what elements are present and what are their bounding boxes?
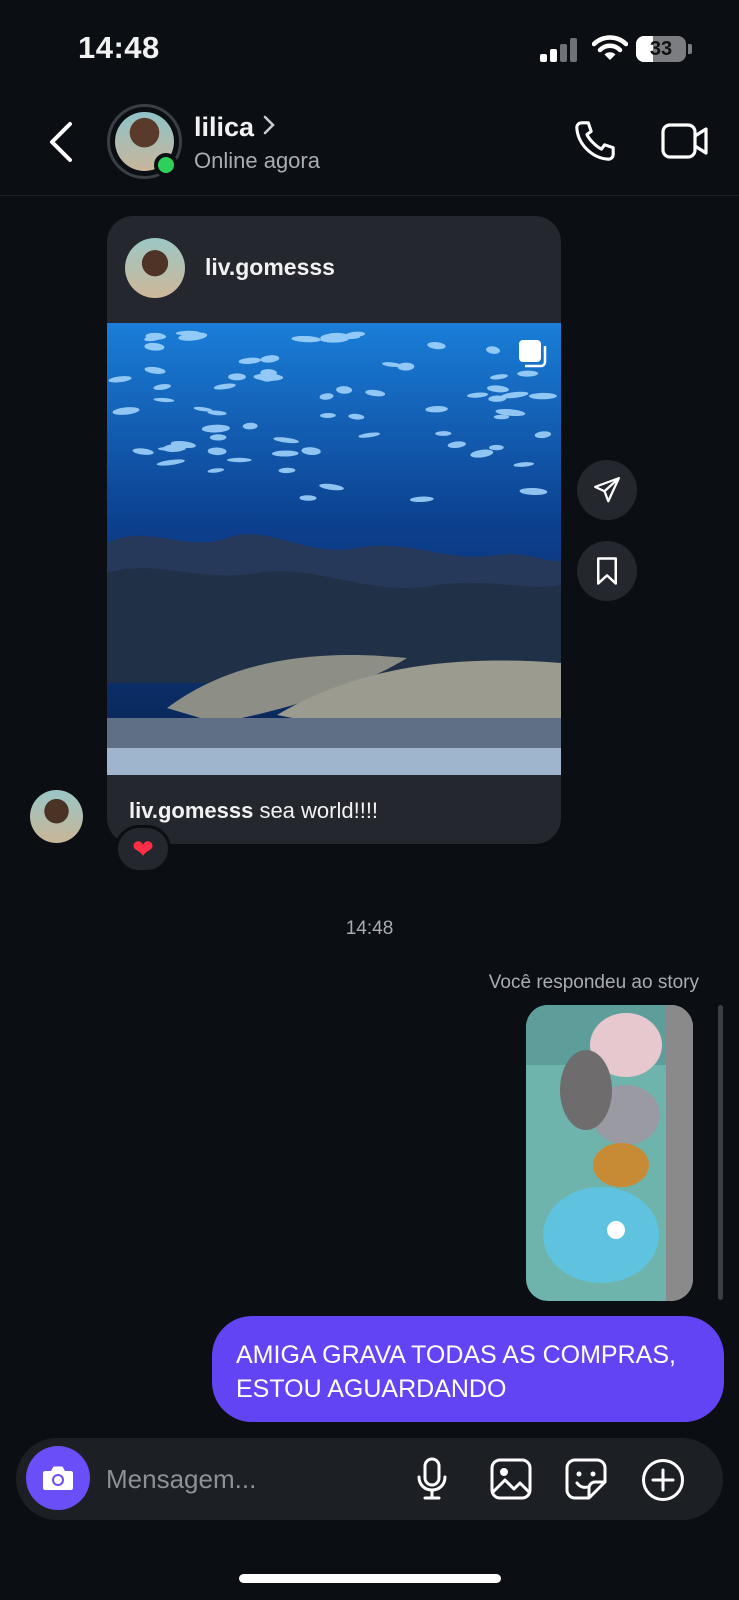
microphone-icon[interactable] <box>414 1457 450 1501</box>
save-button[interactable] <box>577 541 637 601</box>
message-composer <box>16 1438 723 1520</box>
video-icon[interactable] <box>661 120 709 162</box>
fish-shape <box>227 457 252 463</box>
story-thumbnail[interactable] <box>526 1005 693 1301</box>
home-indicator[interactable] <box>239 1574 501 1583</box>
post-author-avatar[interactable] <box>125 238 185 298</box>
battery-level: 33 <box>649 38 673 60</box>
message-line-2: ESTOU AGUARDANDO <box>236 1375 507 1403</box>
status-bar: 14:48 33 <box>0 0 739 90</box>
bookmark-icon <box>597 557 617 585</box>
post-username[interactable]: liv.gomesss <box>205 254 335 281</box>
camera-button[interactable] <box>26 1446 90 1510</box>
outgoing-message[interactable]: AMIGA GRAVA TODAS AS COMPRAS, ESTOU AGUA… <box>212 1316 724 1422</box>
sender-avatar[interactable] <box>30 790 83 843</box>
wifi-icon <box>592 35 628 60</box>
multi-post-icon <box>519 340 547 368</box>
contact-name[interactable]: lilica <box>194 112 254 143</box>
message-input[interactable] <box>106 1460 406 1498</box>
cellular-signal-icon <box>540 38 580 62</box>
camera-icon <box>43 1466 73 1490</box>
phone-icon[interactable] <box>572 118 618 164</box>
post-image[interactable] <box>107 323 561 775</box>
shared-post[interactable]: liv.gomesss liv.gomesss sea world!!!! <box>107 216 561 844</box>
back-icon[interactable] <box>42 118 82 166</box>
heart-reaction[interactable]: ❤ <box>115 825 171 873</box>
fish-shape <box>209 434 227 441</box>
online-status: Online agora <box>194 148 320 173</box>
chat-header: lilica Online agora <box>0 90 739 196</box>
scrollbar[interactable] <box>718 1005 723 1300</box>
share-button[interactable] <box>577 460 637 520</box>
caption-text: sea world!!!! <box>253 798 379 823</box>
post-caption: liv.gomesss sea world!!!! <box>129 798 378 824</box>
sticker-icon[interactable] <box>565 1458 607 1500</box>
message-timestamp: 14:48 <box>345 918 394 939</box>
chevron-right-icon[interactable] <box>262 114 276 136</box>
status-time: 14:48 <box>78 30 160 65</box>
add-icon[interactable] <box>641 1458 685 1502</box>
fish-shape <box>228 373 246 381</box>
caption-username[interactable]: liv.gomesss <box>129 798 253 823</box>
gallery-icon[interactable] <box>490 1458 532 1500</box>
message-line-1: AMIGA GRAVA TODAS AS COMPRAS, <box>236 1341 676 1369</box>
story-reply-label: Você respondeu ao story <box>488 972 699 993</box>
battery-icon: 33 <box>636 36 686 62</box>
online-indicator <box>154 153 178 177</box>
share-icon <box>594 477 620 503</box>
